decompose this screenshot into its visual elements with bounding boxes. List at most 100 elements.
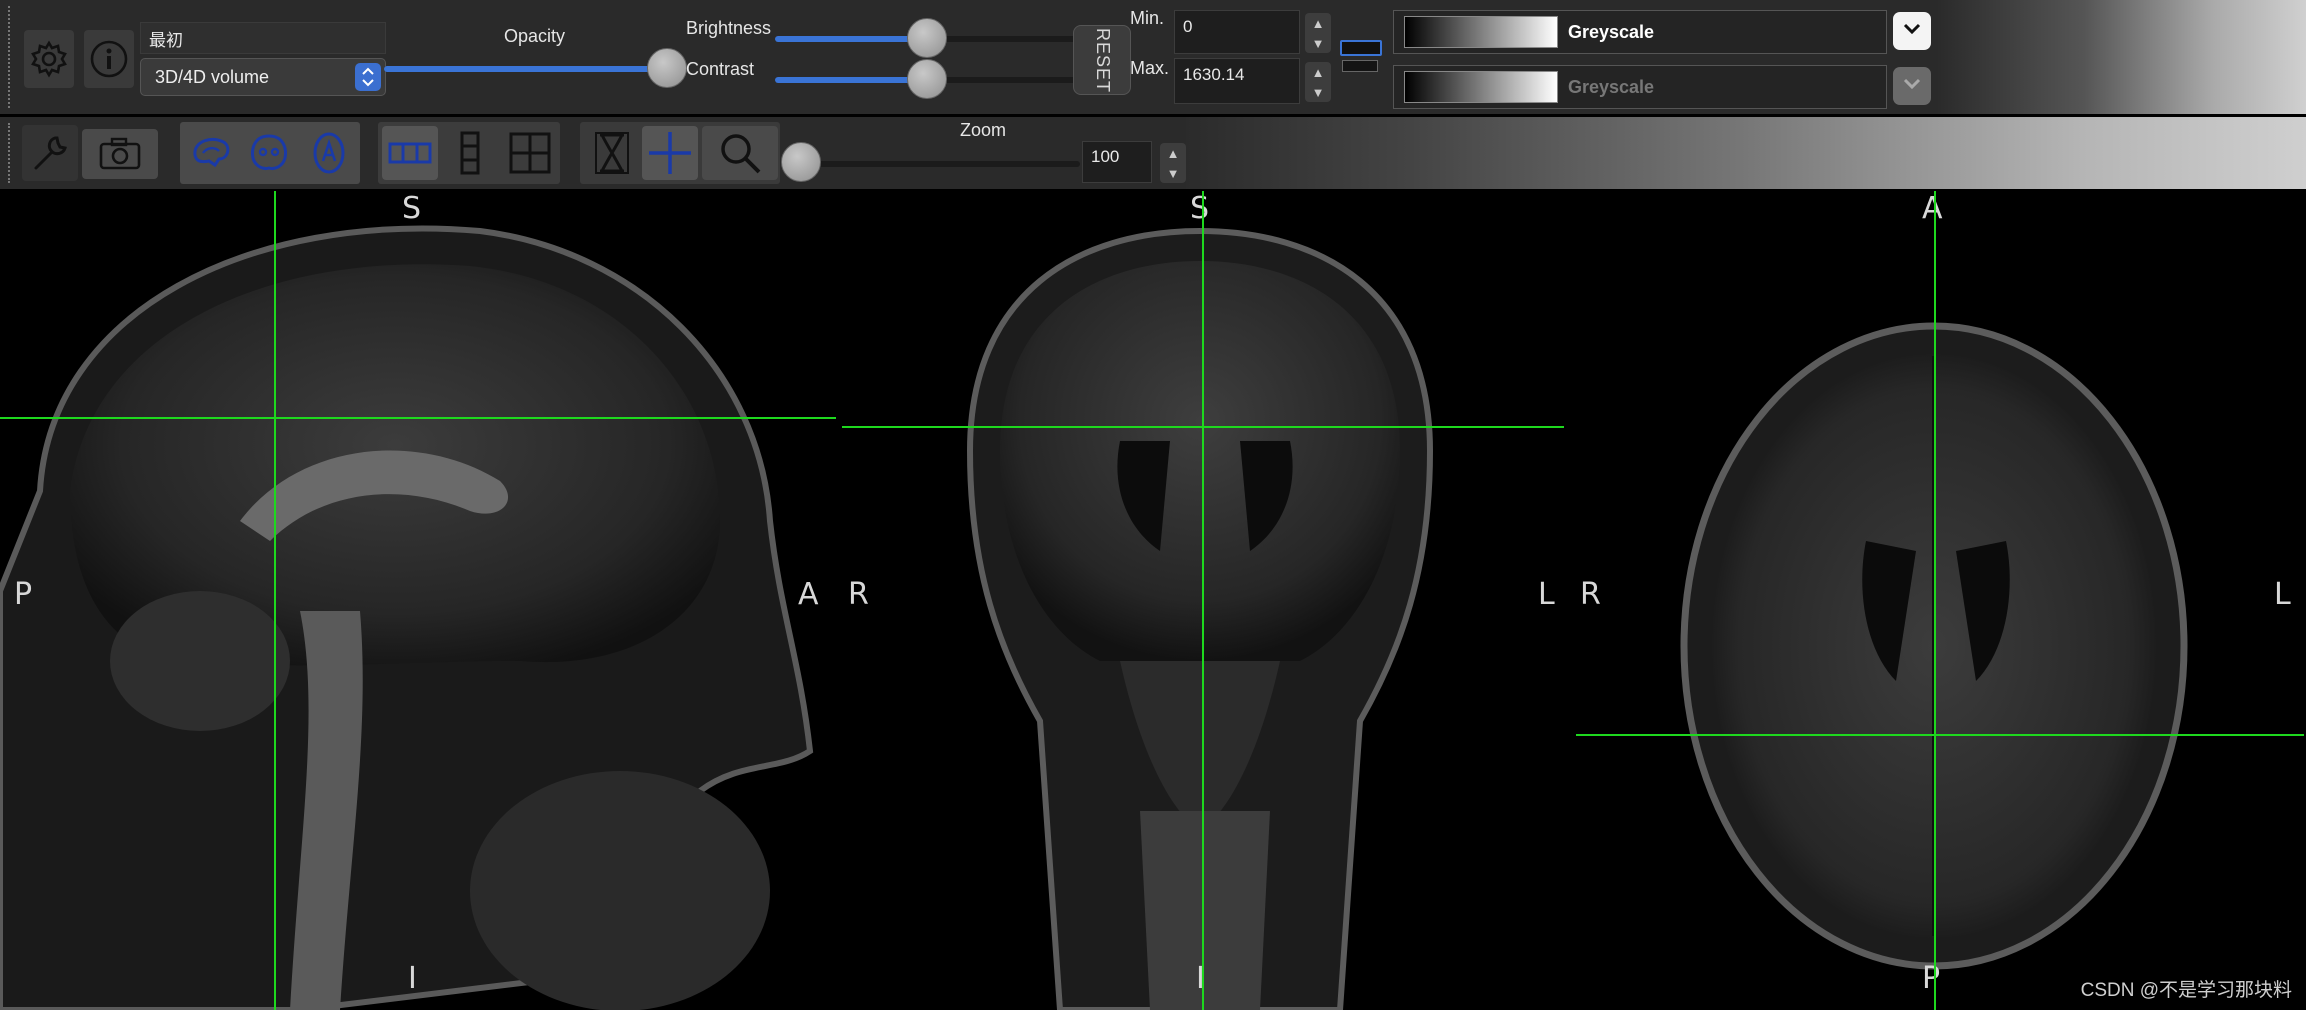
min-stepper[interactable]: ▲ ▼ (1305, 13, 1331, 53)
volume-name-value: 最初 (149, 30, 183, 50)
chevron-down-icon: ▼ (1311, 35, 1325, 51)
chevron-down-icon: ▼ (1311, 84, 1325, 100)
screenshot-button[interactable] (82, 129, 158, 179)
axial-top-label: A (1922, 191, 1943, 226)
axial-left-label: R (1580, 577, 1601, 612)
sagittal-top-label: S (402, 191, 422, 226)
chevron-up-icon: ▲ (1311, 15, 1325, 31)
opacity-slider-fill (384, 66, 666, 72)
min-label: Min. (1130, 8, 1165, 28)
coronal-crosshair-horizontal[interactable] (842, 426, 1564, 428)
zoom-slider-track[interactable] (790, 161, 1080, 167)
opacity-slider-knob[interactable] (647, 48, 687, 88)
min-field[interactable]: 0 (1174, 10, 1300, 54)
film-icon (592, 131, 632, 175)
primary-colormap-button[interactable] (1893, 12, 1931, 50)
sagittal-brain-icon (189, 133, 233, 173)
axial-crosshair-vertical[interactable] (1934, 191, 1936, 1010)
chevron-down-icon (1902, 77, 1922, 96)
opacity-label: Opacity (504, 26, 566, 46)
view-toolbar: Zoom 100 ▲ ▼ (0, 117, 2306, 189)
axial-view-button[interactable] (302, 126, 356, 180)
wrench-icon (29, 132, 71, 174)
three-column-layout-icon (388, 140, 432, 166)
sagittal-right-label: A (798, 577, 819, 612)
updown-chevron-icon (355, 63, 381, 91)
primary-colormap-value: Greyscale (1568, 21, 1655, 42)
axial-brain-icon (309, 131, 349, 175)
grid-layout-icon (508, 131, 552, 175)
max-label: Max. (1130, 58, 1170, 78)
sagittal-mri-image (0, 225, 814, 1010)
layout-vertical-button[interactable] (442, 126, 498, 180)
movie-button[interactable] (584, 126, 640, 180)
toolbar-grip[interactable] (8, 6, 16, 108)
crosshair-button[interactable] (642, 126, 698, 180)
zoom-slider-knob[interactable] (781, 142, 821, 182)
greyscale-swatch (1404, 16, 1558, 48)
zoom-value: 100 (1091, 147, 1120, 166)
max-value: 1630.14 (1183, 65, 1245, 84)
contrast-slider-knob[interactable] (907, 59, 947, 99)
toolbar-grip[interactable] (8, 123, 16, 183)
volume-name-field[interactable]: 最初 (140, 22, 386, 54)
layout-horizontal-button[interactable] (382, 126, 438, 180)
chevron-down-icon (1902, 22, 1922, 41)
crosshair-icon (647, 130, 693, 176)
secondary-layer-indicator[interactable] (1342, 60, 1378, 72)
zoom-label: Zoom (960, 120, 1007, 140)
toolbar-gradient-fade (1186, 117, 2306, 189)
layer-switch[interactable] (1336, 34, 1382, 78)
coronal-right-label: L (1538, 577, 1555, 612)
axial-crosshair-horizontal[interactable] (1576, 734, 2304, 736)
zoom-tool-button[interactable] (702, 126, 778, 180)
layout-grid-button[interactable] (502, 126, 558, 180)
primary-colormap-select[interactable]: Greyscale (1393, 10, 1887, 54)
axial-mri-image (1680, 322, 2188, 970)
coronal-left-label: R (848, 577, 869, 612)
sagittal-view[interactable]: S I P A (0, 191, 840, 1010)
overlay-toolbar: 最初 3D/4D volume Opacity Brightness Contr… (0, 0, 2306, 114)
sagittal-bottom-label: I (408, 961, 417, 996)
coronal-crosshair-vertical[interactable] (1202, 191, 1204, 1010)
secondary-colormap-button[interactable] (1893, 67, 1931, 105)
gear-icon (29, 39, 69, 79)
zoom-field[interactable]: 100 (1082, 141, 1152, 183)
contrast-slider-fill (775, 77, 926, 83)
settings-button[interactable] (24, 30, 74, 88)
chevron-up-icon: ▲ (1166, 145, 1180, 161)
reset-button[interactable]: RESET (1073, 25, 1131, 95)
min-value: 0 (1183, 17, 1193, 36)
camera-icon (98, 136, 142, 172)
sagittal-crosshair-horizontal[interactable] (0, 417, 836, 419)
max-field[interactable]: 1630.14 (1174, 58, 1300, 104)
coronal-view-button[interactable] (242, 126, 296, 180)
chevron-down-icon: ▼ (1166, 165, 1180, 181)
axial-bottom-label: P (1922, 961, 1941, 996)
brightness-slider-fill (775, 36, 926, 42)
tools-button[interactable] (22, 125, 78, 181)
sagittal-crosshair-vertical[interactable] (274, 191, 276, 1010)
axial-right-label: L (2274, 577, 2291, 612)
watermark: CSDN @不是学习那块料 (2080, 980, 2292, 1001)
reset-label: RESET (1092, 27, 1113, 93)
zoom-stepper[interactable]: ▲ ▼ (1160, 143, 1186, 183)
sagittal-left-label: P (14, 577, 33, 612)
coronal-brain-icon (247, 132, 291, 174)
volume-type-select[interactable]: 3D/4D volume (140, 58, 386, 96)
info-button[interactable] (84, 30, 134, 88)
toolbar-gradient-fade (1936, 0, 2306, 114)
greyscale-swatch (1404, 71, 1558, 103)
primary-layer-indicator[interactable] (1340, 40, 1382, 56)
contrast-label: Contrast (686, 59, 755, 79)
brightness-slider-knob[interactable] (907, 18, 947, 58)
max-stepper[interactable]: ▲ ▼ (1305, 62, 1331, 102)
three-row-layout-icon (459, 131, 481, 175)
secondary-colormap-select[interactable]: Greyscale (1393, 65, 1887, 109)
axial-view[interactable]: A P R L (1566, 191, 2306, 1010)
magnifier-icon (717, 130, 763, 176)
coronal-view[interactable]: S I R L (840, 191, 1566, 1010)
info-icon (89, 39, 129, 79)
sagittal-view-button[interactable] (184, 126, 238, 180)
coronal-top-label: S (1190, 191, 1210, 226)
